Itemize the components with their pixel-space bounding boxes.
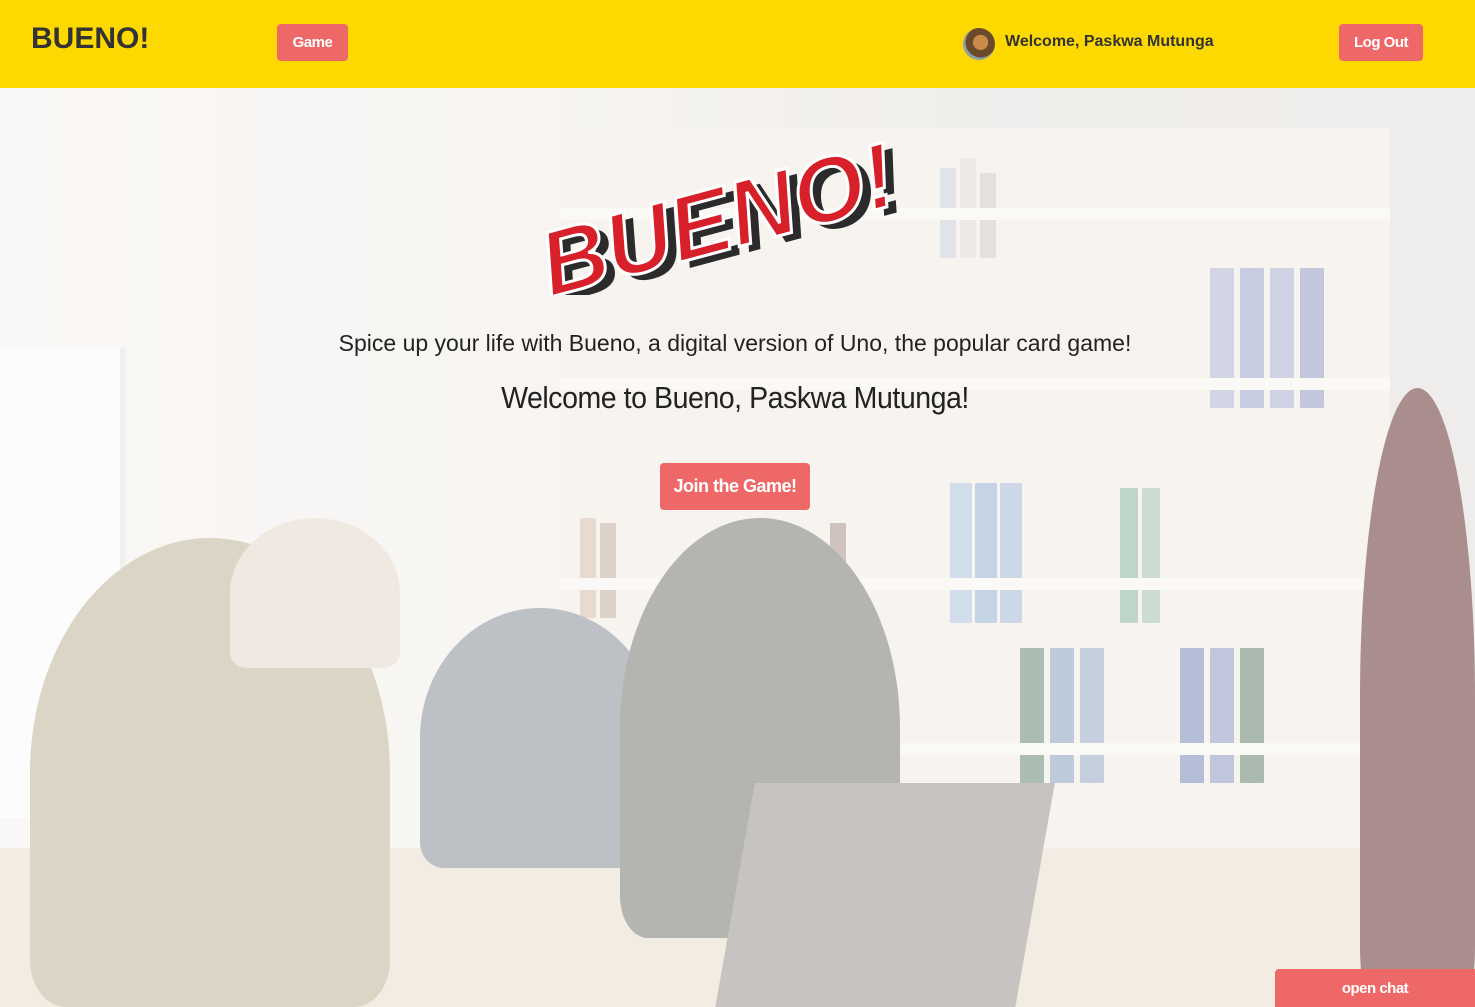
user-avatar bbox=[963, 28, 995, 60]
game-button[interactable]: Game bbox=[277, 24, 348, 61]
open-chat-button[interactable]: open chat bbox=[1275, 969, 1475, 1007]
join-game-button[interactable]: Join the Game! bbox=[660, 463, 810, 510]
welcome-heading: Welcome to Bueno, Paskwa Mutunga! bbox=[501, 380, 969, 415]
logout-button[interactable]: Log Out bbox=[1339, 24, 1423, 61]
user-welcome-text: Welcome, Paskwa Mutunga bbox=[1005, 33, 1214, 50]
logo-text: BUENO! bbox=[530, 125, 906, 295]
bueno-logo: BUENO! BUENO! bbox=[530, 125, 916, 295]
brand-logo[interactable]: BUENO! bbox=[31, 22, 149, 56]
tagline: Spice up your life with Bueno, a digital… bbox=[338, 330, 1132, 356]
top-navbar: BUENO! Game Welcome, Paskwa Mutunga Log … bbox=[0, 0, 1475, 88]
